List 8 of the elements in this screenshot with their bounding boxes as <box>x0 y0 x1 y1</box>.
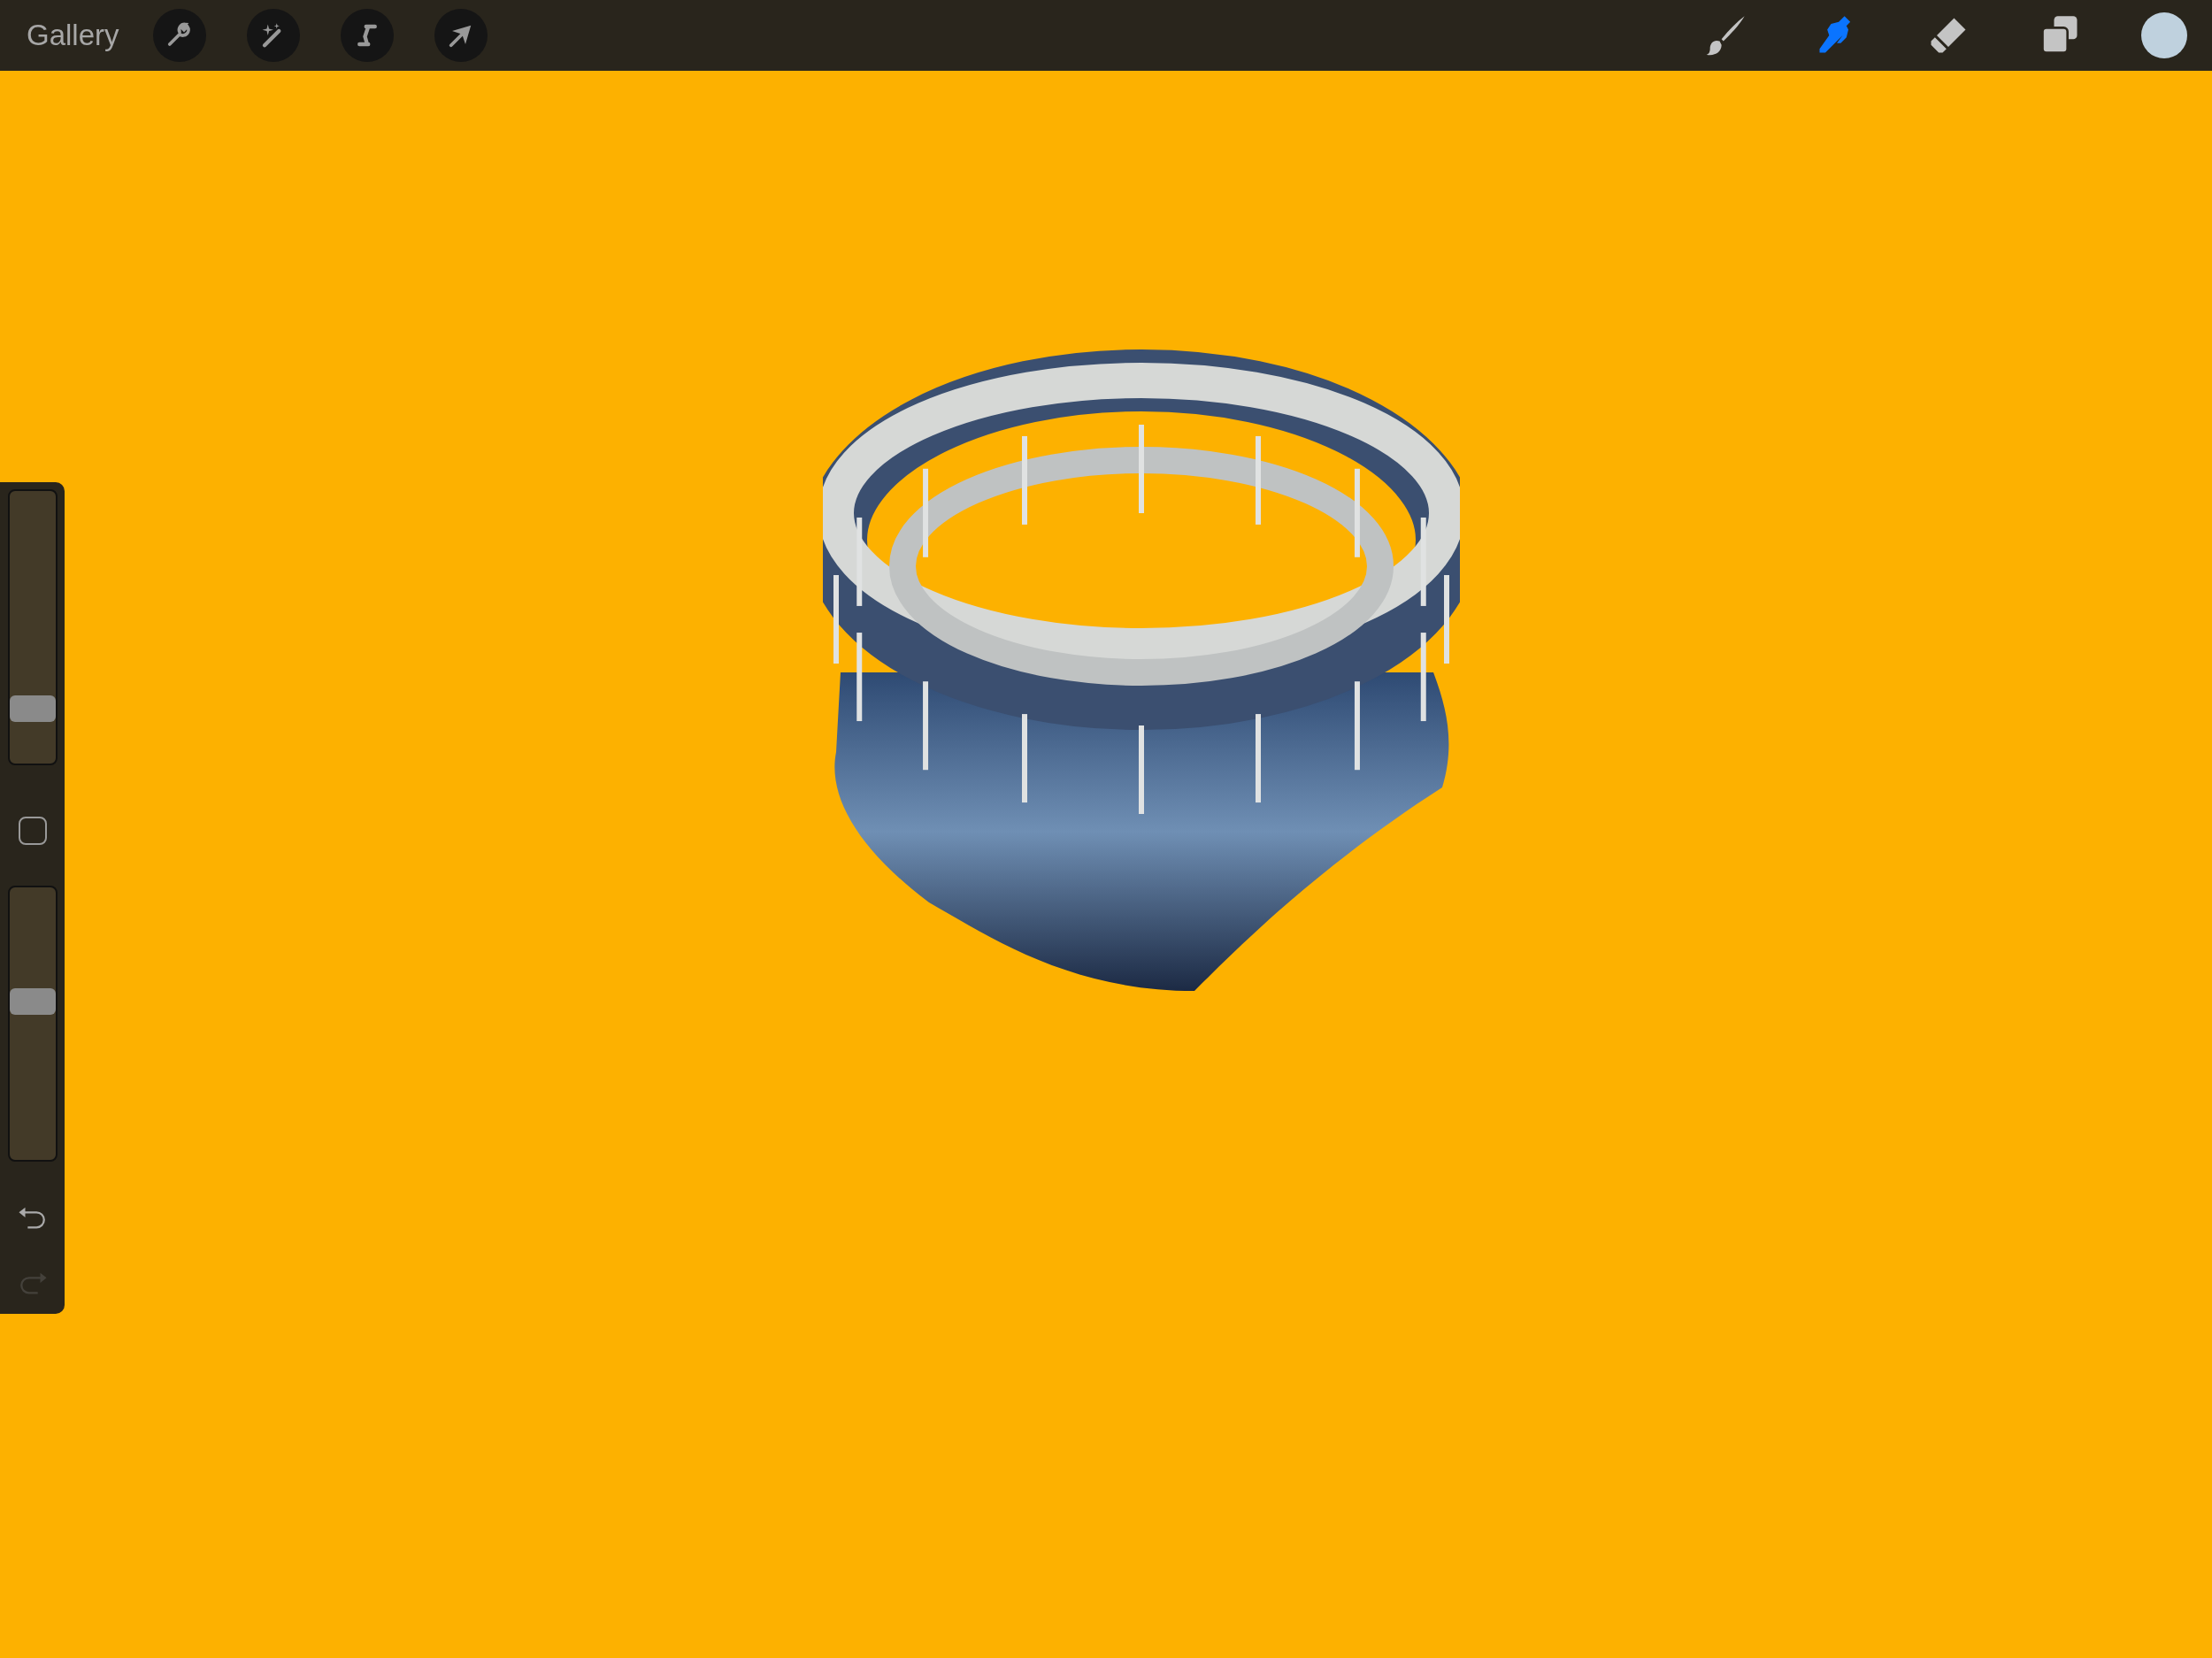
modifier-button[interactable] <box>18 817 47 845</box>
gallery-button[interactable]: Gallery <box>27 19 119 52</box>
wrench-icon <box>165 22 193 49</box>
slider-thumb[interactable] <box>9 695 56 722</box>
slider-thumb[interactable] <box>9 988 56 1015</box>
brush-size-slider[interactable] <box>7 489 58 765</box>
color-swatch[interactable] <box>2141 12 2187 58</box>
opacity-slider[interactable] <box>7 886 58 1162</box>
